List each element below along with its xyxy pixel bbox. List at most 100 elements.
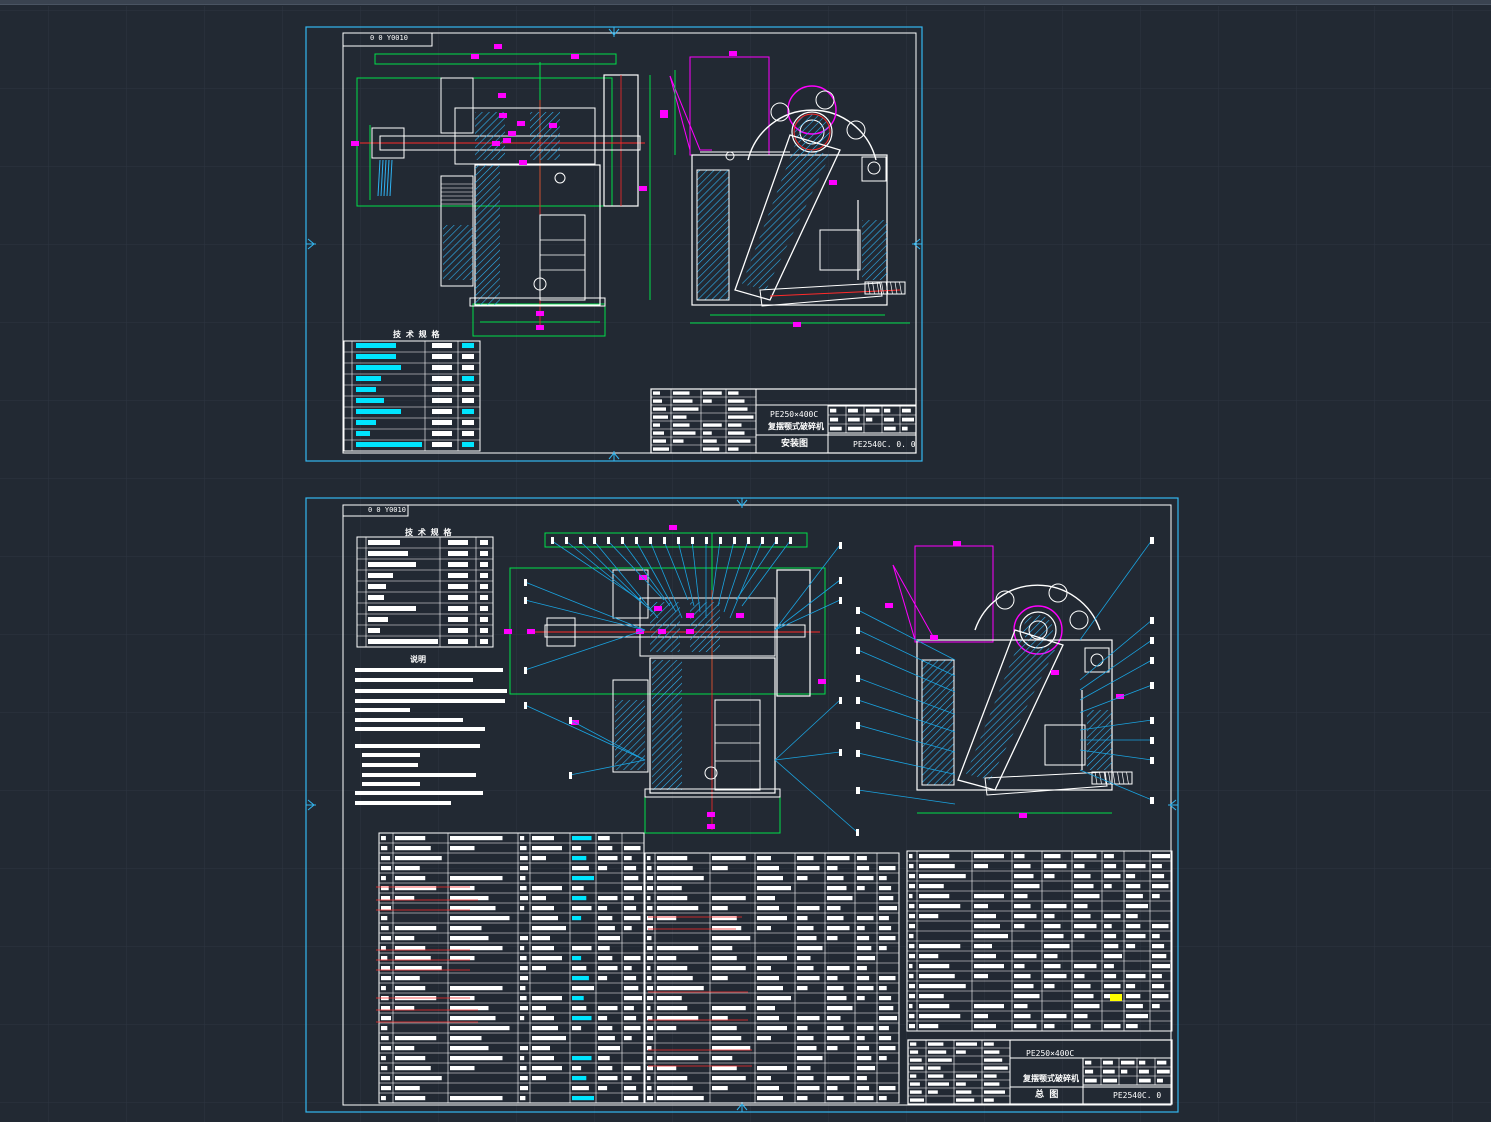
table-cell-text [1126,864,1146,869]
table-cell-text [757,1036,771,1041]
table-cell-text [657,1006,688,1011]
table-cell-text [598,976,608,981]
table-cell-text [572,1096,594,1101]
balloon-number [1150,797,1154,804]
table-cell-text [909,914,915,919]
table-cell-text [657,1066,677,1071]
table-cell-text [657,1026,677,1031]
table-cell-text [532,1006,546,1011]
tech-spec-unit [480,617,488,622]
balloon-number [524,597,527,604]
table-cell-text [857,1096,874,1101]
table-cell-text [624,966,632,971]
balloon-number [839,749,842,756]
table-cell-text [728,399,745,403]
table-cell-text [532,836,554,841]
table-cell-text [1074,924,1097,929]
table-cell-text [827,926,850,931]
table-cell-text [647,956,653,961]
table-cell-text [857,956,875,961]
balloon-number [839,577,842,584]
table-cell-text [857,926,865,931]
table-cell-text [1014,874,1034,879]
balloon-number [856,697,860,704]
table-cell-text [1014,954,1037,959]
table-cell-text [381,1086,391,1091]
dim-tag [471,54,479,59]
table-cell-text [450,876,503,881]
table-cell-text [1152,894,1160,899]
table-cell-text [395,1006,415,1011]
sheet1-machine-name: 复摆颚式破碎机 [768,422,824,431]
table-cell-text [797,866,820,871]
table-cell-text [624,956,641,961]
table-cell-text [572,866,589,871]
table-cell-text [909,924,915,929]
table-cell-text [956,1074,977,1078]
note-line [355,699,505,703]
table-cell-text [797,1096,808,1101]
table-cell-text [1014,864,1031,869]
balloon-number [524,702,527,709]
table-cell-text [712,1086,728,1091]
table-cell-text [598,1056,610,1061]
grid-background [0,6,1491,1122]
table-cell-text [1044,924,1061,929]
table-cell-text [1044,874,1055,879]
table-cell-text [827,1086,838,1091]
model-space-canvas[interactable] [0,0,1491,1122]
table-cell-text [598,856,618,861]
table-cell-text [624,876,639,881]
table-cell-text [1157,1078,1163,1083]
balloon-number [1150,537,1154,544]
table-cell-text [653,431,664,435]
tech-spec-value [432,387,452,392]
table-cell-text [857,866,870,871]
table-cell-text [879,1036,892,1041]
table-cell-text [797,976,820,981]
table-cell-text [879,1026,889,1031]
table-cell-text [712,926,742,931]
table-cell-text [624,906,637,911]
table-cell-text [857,946,872,951]
table-cell-text [1152,874,1165,879]
table-cell-text [647,906,653,911]
table-cell-text [1152,864,1162,869]
table-cell-text [598,1016,608,1021]
dim-tag [508,131,516,136]
table-cell-text [1014,1004,1028,1009]
note-line [362,773,476,777]
table-cell-text [1014,964,1025,969]
table-cell-text [657,1016,699,1021]
dim-tag [930,635,938,640]
table-cell-text [703,431,712,435]
table-cell-text [673,399,693,403]
table-cell-text [797,956,811,961]
table-cell-text [624,1006,634,1011]
table-cell-text [381,956,388,961]
table-cell-text [919,984,966,989]
table-cell-text [598,896,618,901]
table-cell-text [879,916,889,921]
tech-spec-unit [462,376,474,381]
table-cell-text [395,1066,431,1071]
fixed-jaw-hatch [697,170,729,300]
table-cell-text [450,1096,503,1101]
balloon-number [569,717,572,724]
table-cell-text [884,426,896,431]
tech-spec-unit [462,365,474,370]
table-cell-text [1126,1004,1143,1009]
table-cell-text [624,866,637,871]
table-cell-text [827,906,841,911]
table-cell-text [381,936,391,941]
tech-spec-name [368,540,400,545]
table-cell-text [657,1076,688,1081]
tech-spec-name [356,376,381,381]
table-cell-text [1126,1014,1148,1019]
table-cell-text [1152,924,1169,929]
table-cell-text [647,986,653,991]
dim-tag [536,325,544,330]
table-cell-text [572,966,587,971]
table-cell-text [919,874,966,879]
table-cell-text [395,1096,426,1101]
